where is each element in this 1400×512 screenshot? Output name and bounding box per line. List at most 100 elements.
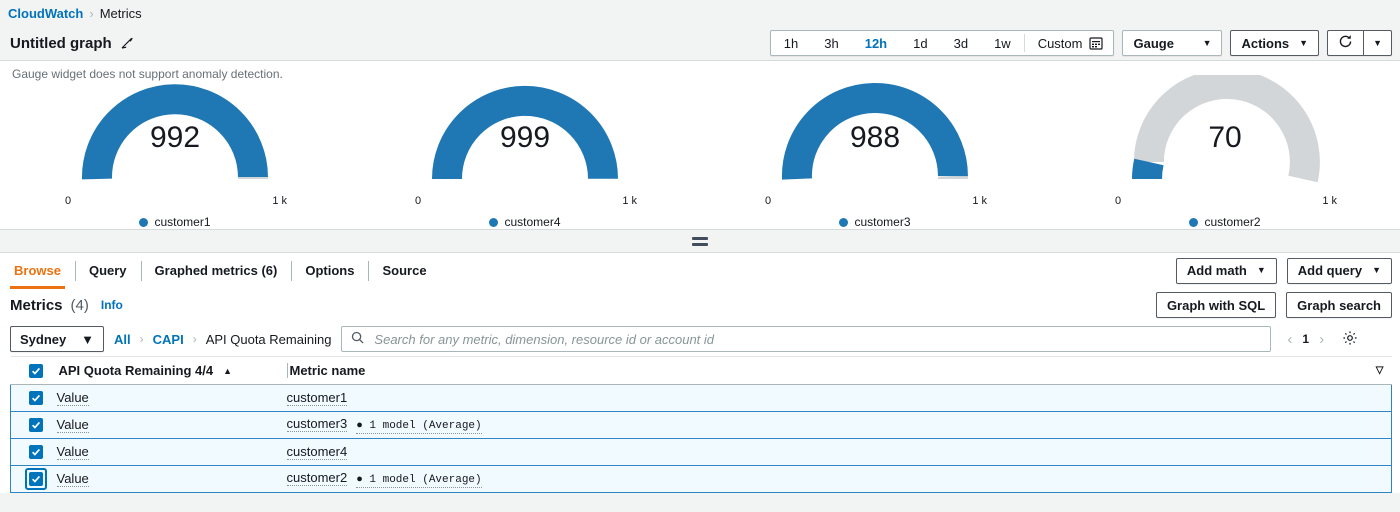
row-metric-name[interactable]: customer3: [286, 416, 348, 432]
row-value-label: Value: [56, 471, 89, 487]
tab-options[interactable]: Options: [291, 253, 368, 289]
gauge-max-label: 1 k: [972, 195, 987, 207]
crumb-separator-icon: ›: [139, 332, 144, 346]
namespace-crumb-capi[interactable]: CAPI: [153, 332, 184, 347]
gauge-min-label: 0: [65, 195, 72, 207]
time-range-selector[interactable]: 1h 3h 12h 1d 3d 1w Custom: [769, 30, 1115, 56]
gauge-widget: 992 0 1 k customer1: [0, 75, 350, 229]
gauge-arc: 992 0 1 k: [55, 75, 295, 207]
legend-color-dot: [139, 217, 149, 227]
breadcrumb-metrics[interactable]: Metrics: [100, 6, 142, 21]
cloudwatch-metrics-page: CloudWatch › Metrics Untitled graph 1h 3…: [0, 0, 1400, 512]
time-range-1d[interactable]: 1d: [900, 31, 940, 55]
row-model-note: ● 1 model (Average): [356, 420, 482, 434]
table-row[interactable]: Value customer1: [10, 384, 1392, 412]
row-metric-name-cell: customer1: [286, 384, 1392, 412]
metrics-filter-row: Sydney ▼ All › CAPI › API Quota Remainin…: [10, 322, 1392, 356]
column-header-quota[interactable]: API Quota Remaining 4/4 ▲: [56, 356, 287, 385]
tab-browse-label: Browse: [14, 263, 61, 278]
column-header-metric-name[interactable]: Metric name ▽: [286, 356, 1392, 385]
gauge-legend[interactable]: customer4: [489, 215, 561, 229]
graph-search-label: Graph search: [1297, 297, 1381, 313]
time-range-3h[interactable]: 3h: [811, 31, 851, 55]
metric-search-box[interactable]: [341, 326, 1272, 352]
table-row[interactable]: Value customer3 ● 1 model (Average): [10, 411, 1392, 439]
chevron-left-icon[interactable]: ‹: [1287, 331, 1292, 348]
row-metric-name-cell: customer3 ● 1 model (Average): [286, 411, 1392, 439]
legend-color-dot: [1189, 217, 1199, 227]
row-metric-name[interactable]: customer2: [286, 470, 348, 486]
metrics-table-body: Value customer1 Value customer3 ● 1 model…: [10, 384, 1392, 493]
gauge-legend[interactable]: customer2: [1189, 215, 1261, 229]
chevron-down-icon: ▼: [1256, 265, 1266, 275]
row-value-label: Value: [56, 444, 89, 460]
gauge-max-label: 1 k: [272, 195, 287, 207]
time-range-1h[interactable]: 1h: [771, 31, 811, 55]
graph-search-button[interactable]: Graph search: [1286, 292, 1392, 318]
add-query-button[interactable]: Add query ▼: [1286, 257, 1392, 284]
gauge-legend[interactable]: customer1: [139, 215, 211, 229]
metrics-count: (4): [70, 296, 89, 314]
panel-resizer[interactable]: [0, 230, 1400, 252]
time-range-custom[interactable]: Custom: [1025, 31, 1114, 55]
gauge-max-label: 1 k: [622, 195, 637, 207]
time-range-1w[interactable]: 1w: [981, 31, 1024, 55]
gauge-value: 988: [849, 121, 901, 154]
graph-panel: Gauge widget does not support anomaly de…: [0, 60, 1400, 230]
refresh-options-dropdown[interactable]: ▼: [1363, 30, 1392, 56]
row-checkbox-wrap: [11, 468, 57, 490]
namespace-crumb-all[interactable]: All: [114, 332, 131, 347]
chevron-down-icon: ▼: [1202, 37, 1212, 48]
gauge-widget: 999 0 1 k customer4: [350, 75, 700, 229]
row-checkbox-cell: [10, 465, 57, 493]
region-selector[interactable]: Sydney ▼: [10, 326, 104, 352]
breadcrumb-cloudwatch[interactable]: CloudWatch: [8, 6, 83, 21]
crumb-separator-icon: ›: [192, 332, 197, 346]
widget-type-dropdown[interactable]: Gauge ▼: [1122, 30, 1223, 56]
chevron-down-icon: ▼: [1372, 265, 1381, 275]
actions-label: Actions: [1241, 35, 1290, 51]
search-input[interactable]: [372, 330, 1262, 348]
table-row[interactable]: Value customer4: [10, 438, 1392, 466]
row-metric-name[interactable]: customer4: [286, 444, 348, 460]
chevron-right-icon[interactable]: ›: [1319, 331, 1324, 348]
tab-graphed-metrics-label: Graphed metrics (6): [154, 263, 278, 278]
metrics-table-header: API Quota Remaining 4/4 ▲ Metric name ▽: [10, 356, 1392, 385]
tab-query[interactable]: Query: [74, 253, 141, 289]
filter-icon[interactable]: ▽: [1376, 365, 1392, 376]
table-row[interactable]: Value customer2 ● 1 model (Average): [10, 465, 1392, 493]
gear-icon[interactable]: [1342, 330, 1358, 349]
info-link[interactable]: Info: [101, 298, 123, 312]
graph-with-sql-button[interactable]: Graph with SQL: [1155, 292, 1277, 318]
region-label: Sydney: [20, 331, 67, 347]
metrics-title: Metrics: [10, 296, 63, 314]
pencil-icon[interactable]: [120, 36, 134, 50]
tab-graphed-metrics[interactable]: Graphed metrics (6): [140, 253, 292, 289]
add-math-button[interactable]: Add math ▼: [1175, 257, 1277, 284]
row-value-cell: Value: [56, 438, 287, 466]
time-range-3d[interactable]: 3d: [941, 31, 981, 55]
select-all-checkbox[interactable]: [28, 363, 43, 378]
tab-browse[interactable]: Browse: [0, 253, 75, 289]
row-checkbox[interactable]: [25, 468, 47, 490]
tab-query-label: Query: [88, 263, 127, 278]
tab-source-label: Source: [382, 263, 427, 278]
resize-handle-icon[interactable]: [692, 236, 708, 246]
actions-dropdown[interactable]: Actions ▼: [1230, 30, 1320, 56]
row-checkbox[interactable]: [29, 418, 43, 432]
row-checkbox[interactable]: [29, 391, 43, 405]
custom-label: Custom: [1037, 35, 1083, 51]
tab-source[interactable]: Source: [368, 253, 440, 289]
row-checkbox[interactable]: [29, 445, 43, 459]
table-header-row: API Quota Remaining 4/4 ▲ Metric name ▽: [10, 356, 1392, 385]
refresh-split-button[interactable]: ▼: [1327, 30, 1392, 56]
row-metric-name[interactable]: customer1: [286, 390, 348, 406]
chevron-down-icon: ▼: [1299, 37, 1309, 48]
page-number[interactable]: 1: [1302, 332, 1309, 346]
time-range-12h[interactable]: 12h: [852, 31, 900, 55]
gauge-min-label: 0: [765, 195, 772, 207]
gauge-widgets: 992 0 1 k customer1 999 0 1 k customer4 …: [0, 61, 1400, 229]
chevron-down-icon: ▼: [81, 331, 94, 347]
gauge-legend[interactable]: customer3: [839, 215, 911, 229]
refresh-button[interactable]: [1327, 30, 1364, 56]
